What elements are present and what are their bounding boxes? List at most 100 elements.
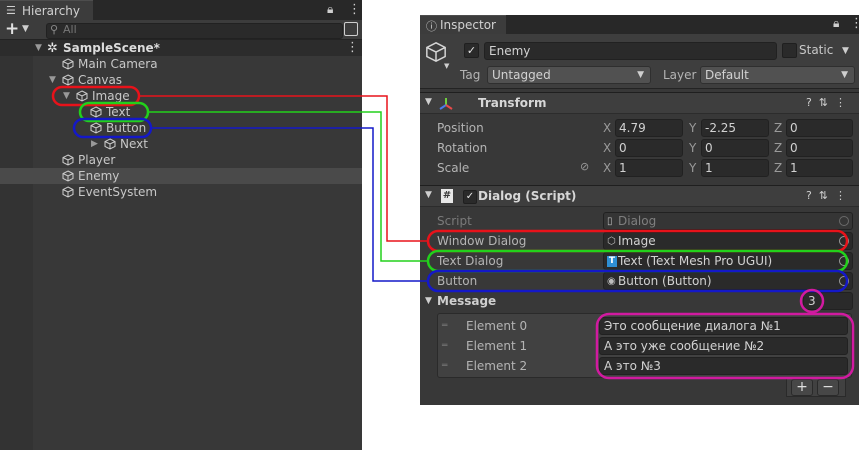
hierarchy-item-label: Button: [106, 121, 147, 135]
hierarchy-item-canvas[interactable]: ▼ Canvas: [0, 72, 362, 88]
unity-scene-icon: ✲: [47, 41, 58, 56]
search-input[interactable]: ⚲ All: [46, 23, 343, 39]
foldout-arrow-icon[interactable]: ▼: [425, 97, 432, 107]
expand-arrow-icon[interactable]: ▼: [63, 88, 70, 104]
element-value-field[interactable]: Это сообщение диалога №1: [599, 317, 848, 335]
kebab-menu-icon[interactable]: ⋮: [348, 2, 361, 17]
preset-icon[interactable]: ⇅: [819, 96, 835, 109]
help-icon[interactable]: ?: [806, 189, 819, 202]
tag-dropdown[interactable]: Untagged ▼: [487, 66, 651, 84]
component-header-icons[interactable]: ?⇅⋮: [806, 189, 853, 202]
object-picker-icon[interactable]: [839, 236, 849, 246]
gameobject-cube-icon: [62, 74, 74, 86]
message-size-field[interactable]: 3: [803, 292, 853, 310]
add-button[interactable]: +: [5, 19, 19, 39]
button-field[interactable]: ◉ Button (Button): [603, 272, 853, 290]
gameobject-cube-icon: [76, 90, 88, 102]
scene-menu-icon[interactable]: ⋮: [346, 40, 359, 55]
list-icon: ☰: [6, 4, 16, 17]
foldout-arrow-icon[interactable]: ▼: [425, 190, 432, 200]
object-picker-icon[interactable]: [839, 256, 849, 266]
transform-title: Transform: [478, 96, 547, 110]
axis-z-label: Z: [774, 161, 783, 175]
script-value: Dialog: [618, 214, 657, 228]
text-dialog-value: Text (Text Mesh Pro UGUI): [618, 254, 773, 268]
position-x-field[interactable]: 4.79: [615, 119, 683, 137]
window-dialog-value: Image: [618, 234, 656, 248]
kebab-menu-icon[interactable]: ⋮: [850, 16, 859, 31]
textmeshpro-icon: T: [607, 256, 617, 267]
axis-y-label: Y: [689, 141, 697, 155]
hierarchy-item-main-camera[interactable]: Main Camera: [0, 56, 362, 72]
enabled-checkbox[interactable]: ✓: [463, 190, 477, 204]
axis-y-label: Y: [689, 121, 697, 135]
scene-visibility-icon[interactable]: [344, 22, 358, 36]
gameobject-cube-icon: [62, 170, 74, 182]
rotation-x-field[interactable]: 0: [615, 139, 683, 157]
scale-x-field[interactable]: 1: [615, 159, 683, 177]
dialog-title: Dialog (Script): [478, 189, 577, 203]
link-scale-icon[interactable]: ⊘: [580, 160, 589, 173]
gameobject-cube-icon: [62, 186, 74, 198]
scene-name: SampleScene*: [63, 41, 160, 55]
rotation-z-field[interactable]: 0: [786, 139, 853, 157]
axis-x-label: X: [603, 161, 612, 175]
object-picker-icon[interactable]: [839, 276, 849, 286]
hierarchy-item-enemy[interactable]: Enemy: [0, 168, 362, 184]
hierarchy-item-text[interactable]: Text: [0, 104, 362, 120]
position-z-field[interactable]: 0: [786, 119, 853, 137]
chevron-down-icon[interactable]: ▼: [22, 24, 29, 34]
remove-element-button[interactable]: −: [817, 379, 839, 396]
tab-inspector[interactable]: ⓘ Inspector: [420, 15, 506, 34]
element-label: Element 2: [466, 359, 528, 373]
drag-handle-icon[interactable]: ═: [442, 337, 447, 355]
rotation-y-field[interactable]: 0: [701, 139, 769, 157]
lock-icon[interactable]: 🔒︎: [327, 2, 333, 17]
axis-y-label: Y: [689, 161, 697, 175]
hierarchy-item-image[interactable]: ▼ Image: [0, 88, 362, 104]
static-checkbox[interactable]: [782, 43, 797, 58]
drag-handle-icon[interactable]: ═: [442, 317, 447, 335]
preset-icon[interactable]: ⇅: [819, 189, 835, 202]
layer-dropdown[interactable]: Default ▼: [700, 66, 855, 84]
text-dialog-field[interactable]: T Text (Text Mesh Pro UGUI): [603, 252, 853, 270]
hierarchy-tab-label: Hierarchy: [22, 4, 81, 18]
active-checkbox[interactable]: ✓: [464, 43, 479, 58]
position-y-field[interactable]: -2.25: [701, 119, 769, 137]
hierarchy-item-player[interactable]: Player: [0, 152, 362, 168]
icon-dropdown-icon[interactable]: ▼: [444, 62, 449, 70]
add-element-button[interactable]: +: [791, 379, 813, 396]
window-dialog-label: Window Dialog: [437, 234, 527, 248]
window-dialog-field[interactable]: ⬡ Image: [603, 232, 853, 250]
transform-header[interactable]: ▼ Transform ?⇅⋮: [420, 92, 859, 114]
scale-y-field[interactable]: 1: [701, 159, 769, 177]
position-label: Position: [437, 121, 484, 135]
dialog-script-header[interactable]: ▼ # ✓ Dialog (Script) ?⇅⋮: [420, 185, 859, 207]
tab-hierarchy[interactable]: ☰ Hierarchy: [0, 0, 93, 20]
gameobject-cube-icon: ⬡: [607, 236, 616, 247]
hierarchy-item-button[interactable]: Button: [0, 120, 362, 136]
static-dropdown-icon[interactable]: ▼: [842, 46, 849, 56]
hierarchy-item-label: Next: [120, 137, 148, 151]
expand-arrow-icon[interactable]: ▼: [35, 40, 42, 56]
component-header-icons[interactable]: ?⇅⋮: [806, 96, 853, 109]
expand-arrow-icon[interactable]: ▶: [91, 136, 98, 152]
lock-icon[interactable]: 🔒︎: [833, 16, 839, 31]
expand-arrow-icon[interactable]: ▼: [49, 72, 56, 88]
scale-z-field[interactable]: 1: [786, 159, 853, 177]
component-menu-icon[interactable]: ⋮: [835, 96, 853, 109]
object-name-field[interactable]: Enemy: [484, 42, 777, 60]
hierarchy-item-eventsystem[interactable]: EventSystem: [0, 184, 362, 200]
component-menu-icon[interactable]: ⋮: [835, 189, 853, 202]
gameobject-cube-icon: [104, 138, 116, 150]
foldout-arrow-icon[interactable]: ▼: [425, 296, 432, 306]
scene-row[interactable]: ▼ ✲ SampleScene* ⋮: [0, 40, 362, 56]
layer-value: Default: [705, 68, 749, 82]
hierarchy-item-next[interactable]: ▶ Next: [0, 136, 362, 152]
help-icon[interactable]: ?: [806, 96, 819, 109]
element-value-field[interactable]: А это №3: [599, 357, 848, 375]
drag-handle-icon[interactable]: ═: [442, 357, 447, 375]
element-value-field[interactable]: А это уже сообщение №2: [599, 337, 848, 355]
hierarchy-item-label: Text: [106, 105, 131, 119]
gameobject-cube-icon: [90, 106, 102, 118]
